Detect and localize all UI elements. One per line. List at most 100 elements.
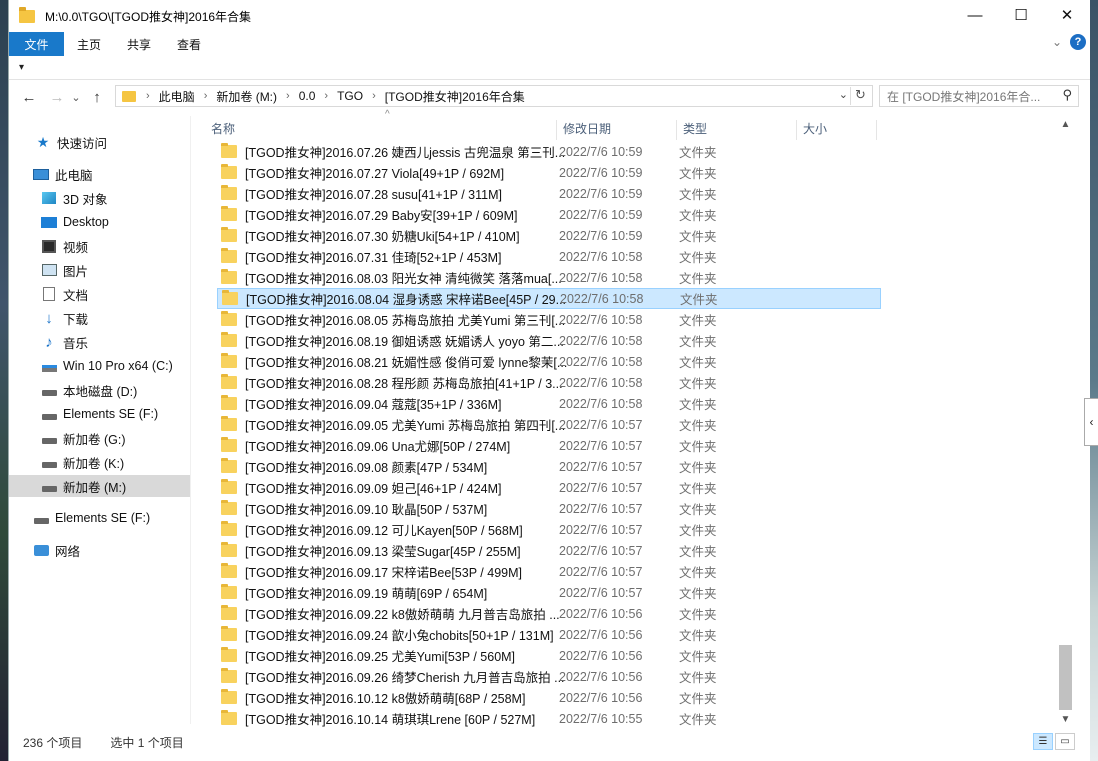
scroll-down-icon[interactable]: ▼ (1057, 711, 1074, 728)
file-row[interactable]: [TGOD推女神]2016.09.12 可儿Kayen[50P / 568M] 2… (217, 519, 881, 540)
file-row[interactable]: [TGOD推女神]2016.08.05 苏梅岛旅拍 尤美Yumi 第三刊[...… (217, 309, 881, 330)
column-header-type[interactable]: 类型 (677, 120, 797, 140)
folder-icon (221, 143, 237, 158)
search-icon[interactable]: ⚲ (1062, 87, 1072, 103)
up-button[interactable]: ↑ (85, 89, 109, 106)
breadcrumb-separator-icon[interactable]: › (284, 90, 292, 102)
nav-item-downloads[interactable]: ↓ 下载 (9, 307, 190, 329)
file-row[interactable]: [TGOD推女神]2016.08.04 湿身诱惑 宋梓诺Bee[45P / 29… (217, 288, 881, 309)
file-type: 文件夹 (679, 650, 717, 664)
nav-item-quick-access[interactable]: ★ 快速访问 (9, 131, 190, 153)
forward-button[interactable]: → (45, 89, 69, 106)
folder-icon (221, 605, 237, 620)
file-row[interactable]: [TGOD推女神]2016.09.09 妲己[46+1P / 424M] 2022… (217, 477, 881, 498)
file-row[interactable]: [TGOD推女神]2016.07.28 susu[41+1P / 311M] 20… (217, 183, 881, 204)
breadcrumb-separator-icon[interactable]: › (202, 90, 210, 102)
nav-item-desktop[interactable]: Desktop (9, 211, 190, 233)
details-view-icon[interactable]: ☰ (1033, 733, 1053, 750)
system-drive-icon (41, 359, 57, 373)
file-name: [TGOD推女神]2016.09.08 颜素[47P / 534M] (245, 461, 488, 475)
file-row[interactable]: [TGOD推女神]2016.09.19 萌萌[69P / 654M] 2022/7… (217, 582, 881, 603)
address-dropdown-icon[interactable]: ⌄ (839, 88, 848, 101)
column-header-date[interactable]: 修改日期 (557, 120, 677, 140)
file-row[interactable]: [TGOD推女神]2016.10.12 k8傲娇萌萌[68P / 258M] 20… (217, 687, 881, 708)
refresh-icon[interactable]: ↻ (850, 87, 870, 105)
file-row[interactable]: [TGOD推女神]2016.07.29 Baby安[39+1P / 609M] 2… (217, 204, 881, 225)
title-bar[interactable]: M:\0.0\TGO\[TGOD推女神]2016年合集 — ☐ ✕ (9, 0, 1090, 32)
file-row[interactable]: [TGOD推女神]2016.09.10 耿晶[50P / 537M] 2022/7… (217, 498, 881, 519)
file-row[interactable]: [TGOD推女神]2016.09.06 Una尤娜[50P / 274M] 202… (217, 435, 881, 456)
file-row[interactable]: [TGOD推女神]2016.08.28 程彤颜 苏梅岛旅拍[41+1P / 3.… (217, 372, 881, 393)
breadcrumb-separator-icon[interactable]: › (322, 90, 330, 102)
tab-home[interactable]: 主页 (64, 32, 114, 56)
nav-item-this-pc[interactable]: 此电脑 (9, 163, 190, 185)
folder-icon (221, 164, 237, 179)
nav-item-documents[interactable]: 文档 (9, 283, 190, 305)
back-button[interactable]: ← (17, 89, 41, 106)
file-row[interactable]: [TGOD推女神]2016.09.17 宋梓诺Bee[53P / 499M] 20… (217, 561, 881, 582)
file-row[interactable]: [TGOD推女神]2016.07.30 奶糖Uki[54+1P / 410M] 2… (217, 225, 881, 246)
nav-item-3d-objects[interactable]: 3D 对象 (9, 187, 190, 209)
file-row[interactable]: [TGOD推女神]2016.09.13 梁莹Sugar[45P / 255M] 2… (217, 540, 881, 561)
file-date: 2022/7/6 10:56 (559, 669, 643, 684)
scrollbar-thumb[interactable] (1059, 645, 1072, 710)
quick-access-dropdown-icon[interactable]: ▾ (19, 62, 24, 73)
nav-item-music[interactable]: ♪ 音乐 (9, 331, 190, 353)
breadcrumb-drive-m[interactable]: 新加卷 (M:) (209, 88, 284, 105)
file-name: [TGOD推女神]2016.10.14 萌琪琪Lrene [60P / 527M… (245, 713, 536, 727)
file-row[interactable]: [TGOD推女神]2016.09.04 蔻蔻[35+1P / 336M] 2022… (217, 393, 881, 414)
folder-icon (221, 374, 237, 389)
file-row[interactable]: [TGOD推女神]2016.09.26 绮梦Cherish 九月普吉岛旅拍 ..… (217, 666, 881, 687)
file-row[interactable]: [TGOD推女神]2016.08.19 御姐诱惑 妩媚诱人 yoyo 第二...… (217, 330, 881, 351)
file-row[interactable]: [TGOD推女神]2016.09.05 尤美Yumi 苏梅岛旅拍 第四刊[...… (217, 414, 881, 435)
file-row[interactable]: [TGOD推女神]2016.09.08 颜素[47P / 534M] 2022/7… (217, 456, 881, 477)
address-bar[interactable]: › 此电脑 › 新加卷 (M:) › 0.0 › TGO › [TGOD推女神]… (115, 85, 873, 107)
nav-item-pictures[interactable]: 图片 (9, 259, 190, 281)
tab-file[interactable]: 文件 (9, 32, 64, 56)
file-row[interactable]: [TGOD推女神]2016.09.22 k8傲娇萌萌 九月普吉岛旅拍 ... 20… (217, 603, 881, 624)
nav-item-videos[interactable]: 视频 (9, 235, 190, 257)
nav-item-drive-f[interactable]: Elements SE (F:) (9, 403, 190, 425)
search-box[interactable]: 在 [TGOD推女神]2016年合... ⚲ (879, 85, 1079, 107)
file-row[interactable]: [TGOD推女神]2016.09.25 尤美Yumi[53P / 560M] 20… (217, 645, 881, 666)
file-row[interactable]: [TGOD推女神]2016.10.14 萌琪琪Lrene [60P / 527M… (217, 708, 881, 729)
file-row[interactable]: [TGOD推女神]2016.08.21 妩媚性感 俊俏可爱 lynne黎茉[..… (217, 351, 881, 372)
scroll-up-icon[interactable]: ▲ (1057, 116, 1074, 133)
vertical-scrollbar[interactable]: ▲ ▼ (1057, 116, 1074, 728)
breadcrumb-separator-icon[interactable]: › (370, 90, 378, 102)
column-header-size[interactable]: 大小 (797, 120, 877, 140)
breadcrumb-current-folder[interactable]: [TGOD推女神]2016年合集 (378, 88, 532, 105)
folder-icon (221, 710, 237, 725)
folder-icon (221, 584, 237, 599)
column-header-name[interactable]: 名称 (205, 120, 557, 140)
breadcrumb-tgo[interactable]: TGO (330, 89, 370, 103)
file-row[interactable]: [TGOD推女神]2016.08.03 阳光女神 清纯微笑 落落mua[... 2… (217, 267, 881, 288)
large-icons-view-icon[interactable]: ▭ (1055, 733, 1075, 750)
expand-ribbon-icon[interactable]: ⌄ (1052, 35, 1062, 49)
file-row[interactable]: [TGOD推女神]2016.07.26 婕西儿jessis 古兜温泉 第三刊..… (217, 141, 881, 162)
nav-item-drive-c[interactable]: Win 10 Pro x64 (C:) (9, 355, 190, 377)
nav-item-elements-se[interactable]: Elements SE (F:) (9, 507, 190, 529)
maximize-button[interactable]: ☐ (998, 0, 1044, 30)
nav-item-drive-g[interactable]: 新加卷 (G:) (9, 427, 190, 449)
nav-item-drive-d[interactable]: 本地磁盘 (D:) (9, 379, 190, 401)
file-row[interactable]: [TGOD推女神]2016.07.31 佳琦[52+1P / 453M] 2022… (217, 246, 881, 267)
quick-access-toolbar: ▾ (9, 56, 1090, 80)
file-date: 2022/7/6 10:57 (559, 417, 643, 432)
close-button[interactable]: ✕ (1044, 0, 1090, 30)
help-icon[interactable]: ? (1070, 34, 1086, 50)
file-row[interactable]: [TGOD推女神]2016.09.24 歆小兔chobits[50+1P / 1… (217, 624, 881, 645)
file-row[interactable]: [TGOD推女神]2016.07.27 Viola[49+1P / 692M] 2… (217, 162, 881, 183)
search-input[interactable]: 在 [TGOD推女神]2016年合... (887, 88, 1040, 105)
minimize-button[interactable]: — (952, 0, 998, 30)
nav-item-network[interactable]: 网络 (9, 539, 190, 561)
breadcrumb-this-pc[interactable]: 此电脑 (152, 88, 202, 105)
recent-locations-button[interactable]: ⌄ (69, 91, 83, 104)
breadcrumb-0-0[interactable]: 0.0 (292, 89, 323, 103)
nav-item-drive-m[interactable]: 新加卷 (M:) (9, 475, 190, 497)
tab-view[interactable]: 查看 (164, 32, 214, 56)
side-panel-toggle-icon[interactable]: ‹ (1084, 398, 1098, 446)
nav-item-drive-k[interactable]: 新加卷 (K:) (9, 451, 190, 473)
file-date: 2022/7/6 10:58 (560, 291, 644, 306)
tab-share[interactable]: 共享 (114, 32, 164, 56)
